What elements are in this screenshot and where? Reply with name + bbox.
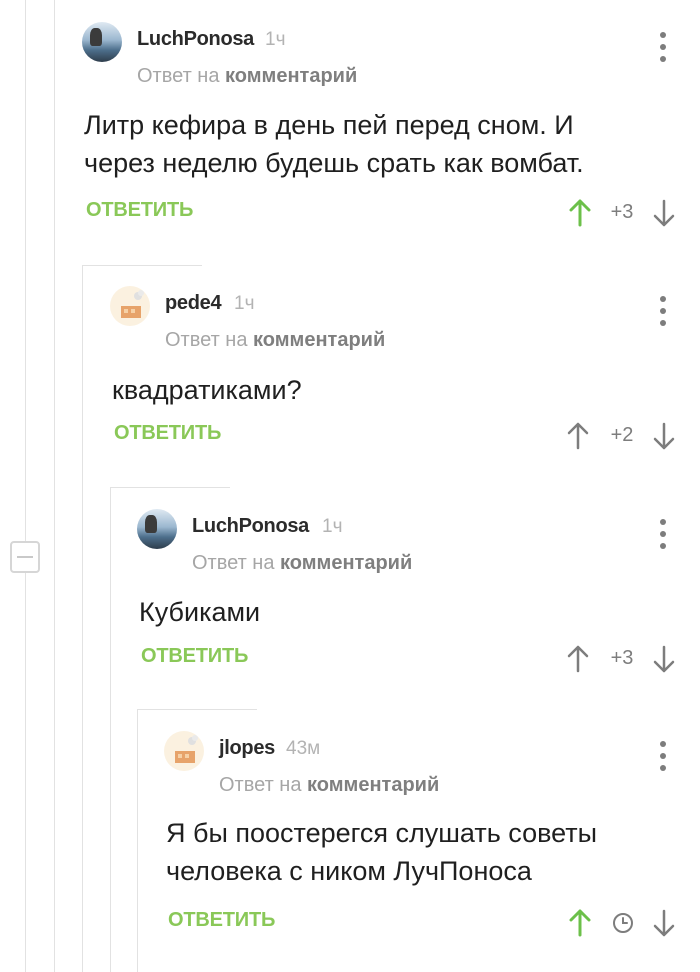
comment-text-line: Я бы поостерегся слушать советы — [166, 818, 598, 848]
reply-target: комментарий — [280, 552, 413, 574]
more-options-icon[interactable] — [660, 296, 666, 326]
thread-divider — [82, 265, 202, 266]
upvote-icon[interactable] — [568, 198, 592, 228]
rating: +3 — [610, 647, 634, 669]
thread-divider — [110, 487, 230, 488]
downvote-icon[interactable] — [652, 198, 676, 228]
comment: LuchPonosa 1ч Ответ на комментарий Кубик… — [137, 509, 700, 689]
comment-text: Кубиками — [139, 593, 260, 631]
reply-button[interactable]: ОТВЕТИТЬ — [168, 909, 275, 932]
downvote-icon[interactable] — [652, 908, 676, 938]
thread-line — [82, 265, 83, 972]
more-options-icon[interactable] — [660, 519, 666, 549]
comment-text-line: Литр кефира в день пей перед сном. И — [84, 110, 574, 140]
thread-line — [137, 709, 138, 972]
comment-author[interactable]: LuchPonosa — [192, 515, 309, 538]
comment: jlopes 43м Ответ на комментарий Я бы поо… — [164, 731, 700, 961]
comment-time: 1ч — [322, 516, 343, 537]
reply-prefix: Ответ на — [219, 774, 302, 796]
reply-button[interactable]: ОТВЕТИТЬ — [141, 645, 248, 668]
comment-time: 1ч — [265, 29, 286, 50]
comment: LuchPonosa 1ч Ответ на комментарий Литр … — [82, 22, 700, 242]
upvote-icon[interactable] — [568, 908, 592, 938]
comment-text-line: Кубиками — [139, 597, 261, 627]
comment-actions: ОТВЕТИТЬ +3 — [137, 642, 700, 678]
downvote-icon[interactable] — [652, 421, 676, 451]
avatar[interactable] — [82, 22, 122, 62]
collapse-thread-button[interactable] — [10, 541, 40, 573]
comment-actions: ОТВЕТИТЬ +3 — [82, 196, 700, 232]
more-options-icon[interactable] — [660, 32, 666, 62]
reply-prefix: Ответ на — [165, 329, 248, 351]
reply-to-link[interactable]: Ответ на комментарий — [192, 552, 412, 575]
reply-target: комментарий — [225, 65, 358, 87]
minus-icon — [17, 556, 33, 558]
reply-button[interactable]: ОТВЕТИТЬ — [86, 199, 193, 222]
comment-time: 1ч — [234, 293, 255, 314]
reply-to-link[interactable]: Ответ на комментарий — [137, 65, 357, 88]
comment: pede4 1ч Ответ на комментарий квадратика… — [110, 286, 700, 466]
upvote-icon[interactable] — [566, 421, 590, 451]
more-options-icon[interactable] — [660, 741, 666, 771]
comment-text: Я бы поостерегся слушать советы человека… — [166, 814, 597, 890]
clock-icon — [613, 913, 633, 933]
thread-line — [54, 0, 55, 972]
reply-button[interactable]: ОТВЕТИТЬ — [114, 422, 221, 445]
comment-actions: ОТВЕТИТЬ +2 — [110, 419, 700, 455]
reply-to-link[interactable]: Ответ на комментарий — [219, 774, 439, 797]
comment-author[interactable]: LuchPonosa — [137, 28, 254, 51]
comment-actions: ОТВЕТИТЬ — [164, 906, 700, 942]
upvote-icon[interactable] — [566, 644, 590, 674]
comment-author[interactable]: jlopes — [219, 737, 275, 760]
reply-to-link[interactable]: Ответ на комментарий — [165, 329, 385, 352]
avatar[interactable] — [110, 286, 150, 326]
reply-target: комментарий — [307, 774, 440, 796]
thread-line — [25, 0, 26, 972]
rating: +2 — [610, 424, 634, 446]
rating: +3 — [610, 201, 634, 223]
thread-line — [110, 487, 111, 972]
comment-text: Литр кефира в день пей перед сном. И чер… — [84, 106, 584, 182]
reply-prefix: Ответ на — [192, 552, 275, 574]
reply-prefix: Ответ на — [137, 65, 220, 87]
comment-text: квадратиками? — [112, 371, 302, 409]
downvote-icon[interactable] — [652, 644, 676, 674]
avatar[interactable] — [137, 509, 177, 549]
comment-text-line: через неделю будешь срать как вомбат. — [84, 148, 584, 178]
comment-text-line: квадратиками? — [112, 375, 302, 405]
avatar[interactable] — [164, 731, 204, 771]
thread-divider — [137, 709, 257, 710]
comment-time: 43м — [286, 738, 321, 759]
reply-target: комментарий — [253, 329, 386, 351]
comment-author[interactable]: pede4 — [165, 292, 222, 315]
comment-text-line: человека с ником ЛучПоноса — [166, 856, 532, 886]
